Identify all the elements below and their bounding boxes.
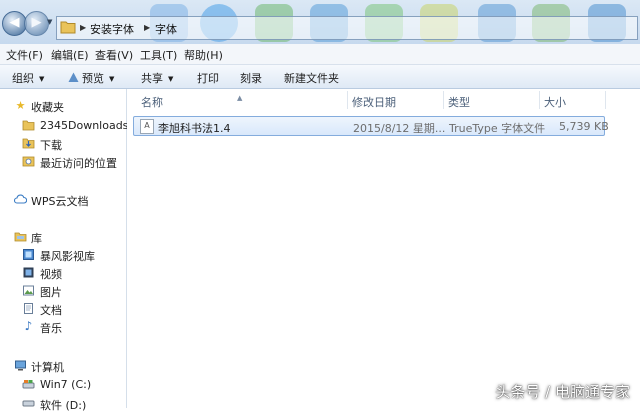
breadcrumb-separator-icon: ▶ (80, 23, 87, 32)
forward-button[interactable]: ▶ (24, 11, 49, 36)
font-file-icon: A (140, 119, 154, 134)
column-header-name[interactable]: 名称 ▲ (127, 89, 347, 111)
watermark-text: 头条号 / 电脑通专家 (495, 383, 630, 401)
nav-videos[interactable]: 视频 (0, 264, 126, 282)
nav-recent-places[interactable]: 最近访问的位置 (0, 153, 126, 171)
nav-wps-cloud[interactable]: WPS云文档 (0, 191, 126, 209)
preview-icon (68, 72, 79, 82)
nav-label: 收藏夹 (31, 101, 64, 114)
nav-label: 2345Downloads (40, 119, 129, 132)
nav-label: Win7 (C:) (40, 378, 92, 391)
nav-label: 音乐 (40, 322, 62, 335)
menu-tools[interactable]: 工具(T) (140, 47, 177, 63)
file-type: TrueType 字体文件 (449, 122, 546, 135)
library-icon (14, 232, 27, 242)
picture-icon (23, 285, 34, 296)
nav-label: WPS云文档 (31, 195, 89, 208)
organize-button[interactable]: 组织 ▼ (12, 70, 44, 86)
command-bar: 组织 ▼ 预览 ▼ 共享 ▼ 打印 刻录 新建文件夹 (0, 65, 640, 89)
nav-computer[interactable]: 计算机 (0, 357, 126, 375)
menu-file[interactable]: 文件(F) (6, 47, 43, 63)
music-note-icon: ♪ (24, 319, 33, 333)
folder-icon (22, 120, 35, 131)
column-name-label: 名称 (141, 96, 163, 109)
menu-help[interactable]: 帮助(H) (184, 47, 223, 63)
preview-button[interactable]: 预览 ▼ (68, 70, 114, 86)
breadcrumb-item[interactable]: 安装字体 (90, 21, 134, 37)
file-name: 李旭科书法1.4 (158, 122, 231, 135)
breadcrumb-item[interactable]: 字体 (155, 21, 177, 37)
burn-button[interactable]: 刻录 (240, 70, 262, 86)
share-label: 共享 (141, 72, 163, 85)
column-header-modified[interactable]: 修改日期 (348, 89, 443, 111)
nav-music[interactable]: ♪ 音乐 (0, 318, 126, 336)
recent-places-icon (22, 156, 35, 167)
column-divider[interactable] (605, 91, 606, 109)
share-button[interactable]: 共享 ▼ (141, 70, 173, 86)
document-icon (24, 303, 33, 314)
nav-drive-c[interactable]: Win7 (C:) (0, 376, 126, 394)
address-bar-area: ◀ ▶ ▼ ▶ 安装字体 ▶ 字体 (0, 0, 640, 44)
download-folder-icon (22, 138, 35, 149)
nav-library[interactable]: 库 (0, 228, 126, 246)
nav-favorites[interactable]: ★ 收藏夹 (0, 97, 126, 115)
nav-label: 计算机 (31, 361, 64, 374)
chevron-down-icon: ▼ (39, 75, 45, 83)
column-modified-label: 修改日期 (352, 96, 396, 109)
file-modified: 2015/8/12 星期... (353, 122, 446, 135)
menu-bar: 文件(F) 编辑(E) 查看(V) 工具(T) 帮助(H) (0, 44, 640, 65)
file-size: 5,739 KB (559, 120, 609, 133)
column-size-label: 大小 (544, 96, 566, 109)
column-header-type[interactable]: 类型 (444, 89, 539, 111)
print-button[interactable]: 打印 (197, 70, 219, 86)
nav-label: 下载 (40, 139, 62, 152)
nav-label: 最近访问的位置 (40, 157, 117, 170)
nav-baofeng[interactable]: 暴风影视库 (0, 246, 126, 264)
chevron-down-icon: ▼ (109, 75, 115, 83)
preview-label: 预览 (82, 72, 104, 85)
drive-icon (22, 400, 35, 407)
column-header-size[interactable]: 大小 (540, 89, 605, 111)
video-icon (23, 267, 34, 278)
navigation-pane: ★ 收藏夹 2345Downloads 下载 最近访问的位置 WPS云文档 库 … (0, 89, 129, 412)
nav-2345downloads[interactable]: 2345Downloads (0, 117, 129, 135)
menu-edit[interactable]: 编辑(E) (51, 47, 89, 63)
new-folder-button[interactable]: 新建文件夹 (284, 70, 339, 86)
nav-label: 软件 (D:) (40, 399, 87, 412)
column-type-label: 类型 (448, 96, 470, 109)
nav-label: 库 (31, 232, 42, 245)
address-breadcrumb[interactable]: ▶ 安装字体 ▶ 字体 (56, 16, 638, 40)
organize-label: 组织 (12, 72, 34, 85)
nav-label: 文档 (40, 304, 62, 317)
table-row[interactable]: A 李旭科书法1.4 2015/8/12 星期... TrueType 字体文件… (133, 116, 609, 136)
history-dropdown-icon[interactable]: ▼ (47, 18, 52, 26)
computer-icon (15, 360, 26, 371)
nav-documents[interactable]: 文档 (0, 300, 126, 318)
file-list: 名称 ▲ 修改日期 类型 大小 A 李旭科书法1.4 2015/8/12 星期.… (127, 89, 640, 408)
cloud-icon (14, 194, 27, 204)
nav-downloads[interactable]: 下载 (0, 135, 126, 153)
menu-view[interactable]: 查看(V) (95, 47, 133, 63)
drive-icon (22, 380, 35, 389)
nav-drive-d[interactable]: 软件 (D:) (0, 395, 126, 413)
nav-pictures[interactable]: 图片 (0, 282, 126, 300)
chevron-down-icon: ▼ (168, 75, 174, 83)
nav-label: 视频 (40, 268, 62, 281)
star-icon: ★ (15, 99, 26, 112)
breadcrumb-separator-icon: ▶ (144, 23, 151, 32)
folder-icon (60, 21, 76, 34)
nav-label: 暴风影视库 (40, 250, 95, 263)
nav-label: 图片 (40, 286, 62, 299)
media-library-icon (23, 249, 34, 260)
sort-arrow-icon: ▲ (237, 94, 243, 102)
